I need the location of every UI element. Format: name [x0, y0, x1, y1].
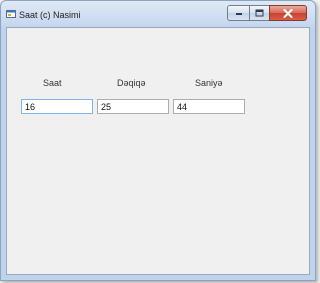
minute-field[interactable] — [97, 99, 169, 114]
main-window: Saat (c) Nasimi Saat Dəqiqə Saniyə 16 25… — [0, 0, 316, 281]
window-title: Saat (c) Nasimi — [19, 10, 81, 20]
maximize-icon — [255, 9, 264, 17]
app-window-icon[interactable] — [6, 10, 16, 18]
close-icon — [283, 8, 293, 18]
minimize-button[interactable] — [227, 5, 249, 21]
second-label: Saniyə — [195, 78, 223, 88]
minute-label: Dəqiqə — [117, 78, 146, 88]
hour-field[interactable] — [21, 99, 93, 114]
title-bar[interactable]: Saat (c) Nasimi — [1, 1, 315, 28]
form-client-area: Saat Dəqiqə Saniyə — [6, 27, 310, 275]
close-button[interactable] — [269, 5, 307, 21]
caption-buttons — [227, 5, 307, 21]
minimize-icon — [235, 13, 242, 15]
hour-label: Saat — [43, 78, 62, 88]
second-field[interactable] — [173, 99, 245, 114]
maximize-button[interactable] — [249, 5, 269, 21]
